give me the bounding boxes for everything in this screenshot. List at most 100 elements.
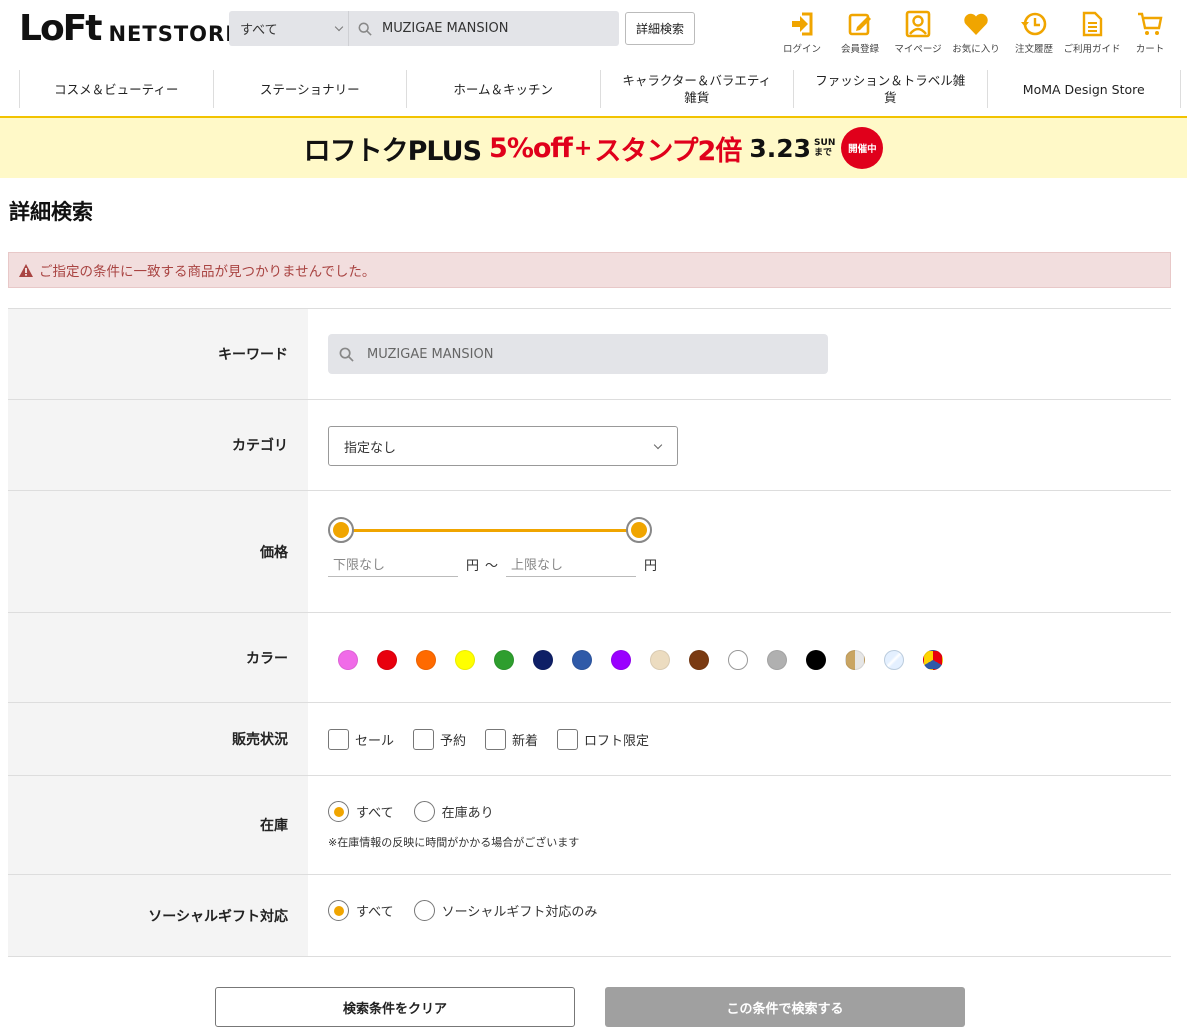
banner-discount: 5%off xyxy=(489,132,573,164)
search-icon xyxy=(358,22,372,36)
keyword-input[interactable]: MUZIGAE MANSION xyxy=(328,334,828,374)
mypage-link[interactable]: マイページ xyxy=(889,10,947,55)
status-label: 販売状況 xyxy=(8,703,308,775)
checkbox-reserve-label: 予約 xyxy=(440,734,467,749)
category-fashion-travel[interactable]: ファッション＆トラベル雑貨 xyxy=(793,70,987,108)
color-swatch-purple[interactable] xyxy=(611,650,631,670)
status-checkbox-group: セール 予約 新着 ロフト限定 xyxy=(328,729,668,750)
color-swatch-black[interactable] xyxy=(806,650,826,670)
advanced-search-button[interactable]: 詳細検索 xyxy=(625,12,695,45)
checkbox-loft-limited[interactable] xyxy=(557,729,579,750)
register-link[interactable]: 会員登録 xyxy=(831,10,889,55)
category-character-variety[interactable]: キャラクター＆バラエティ雑貨 xyxy=(599,70,794,108)
price-max-input[interactable]: 上限なし xyxy=(506,551,636,577)
category-field: 指定なし xyxy=(308,400,1171,490)
guide-label: ご利用ガイド xyxy=(1063,44,1121,55)
status-field: セール 予約 新着 ロフト限定 xyxy=(308,703,1171,775)
site-header: LoFt NETSTORE すべて MUZIGAE MANSION 詳細検索 ロ… xyxy=(0,0,1187,66)
color-swatch-gold-silver[interactable] xyxy=(845,650,865,670)
color-swatch-list xyxy=(338,650,962,670)
checkbox-sale[interactable] xyxy=(328,729,349,750)
checkbox-new[interactable] xyxy=(485,729,507,750)
social-gift-label: ソーシャルギフト対応 xyxy=(8,875,308,956)
radio-stock-in-stock-label: 在庫あり xyxy=(441,806,494,821)
price-separator: ～ xyxy=(485,559,499,574)
header-icon-menu: ログイン 会員登録 マイページ お気に入り 注文履歴 ご利用ガイド カート xyxy=(773,10,1179,55)
favorites-label: お気に入り xyxy=(952,44,1000,55)
social-gift-field: すべて ソーシャルギフト対応のみ xyxy=(308,875,1171,956)
color-swatch-blue[interactable] xyxy=(572,650,592,670)
keyword-value: MUZIGAE MANSION xyxy=(367,346,494,362)
banner-date: 3.23 xyxy=(749,133,812,163)
chevron-down-icon xyxy=(334,22,344,32)
category-moma[interactable]: MoMA Design Store xyxy=(986,70,1181,108)
favorites-link[interactable]: お気に入り xyxy=(947,10,1005,55)
clear-conditions-button[interactable]: 検索条件をクリア xyxy=(215,987,575,1027)
header-search-bar: すべて MUZIGAE MANSION xyxy=(229,11,619,46)
price-max-unit: 円 xyxy=(644,559,658,574)
warning-icon xyxy=(19,263,33,277)
radio-gift-all[interactable] xyxy=(328,900,349,921)
banner-badge: 開催中 xyxy=(841,127,884,169)
price-slider-min-handle[interactable] xyxy=(328,517,354,543)
checkbox-reserve[interactable] xyxy=(413,729,435,750)
login-label: ログイン xyxy=(782,44,821,55)
color-swatch-pink[interactable] xyxy=(338,650,358,670)
campaign-banner-text: ロフトクPLUS 5%off + スタンプ2倍 3.23 SUN まで 開催中 xyxy=(304,127,884,169)
checkbox-new-label: 新着 xyxy=(512,734,539,749)
banner-weekday-label: SUN xyxy=(814,138,836,148)
color-label: カラー xyxy=(8,613,308,702)
register-icon xyxy=(848,13,871,36)
order-history-link[interactable]: 注文履歴 xyxy=(1005,10,1063,55)
cart-icon xyxy=(1138,12,1163,35)
color-swatch-beige[interactable] xyxy=(650,650,670,670)
guide-link[interactable]: ご利用ガイド xyxy=(1063,10,1121,55)
keyword-row: キーワード MUZIGAE MANSION xyxy=(8,308,1171,399)
status-row: 販売状況 セール 予約 新着 ロフト限定 xyxy=(8,702,1171,775)
color-swatch-brown[interactable] xyxy=(689,650,709,670)
stock-note: ※在庫情報の反映に時間がかかる場合がございます xyxy=(328,836,580,849)
campaign-banner[interactable]: ロフトクPLUS 5%off + スタンプ2倍 3.23 SUN まで 開催中 xyxy=(0,116,1187,178)
category-select[interactable]: 指定なし xyxy=(328,426,678,466)
radio-stock-all-label: すべて xyxy=(356,806,394,821)
price-slider-max-handle[interactable] xyxy=(626,517,652,543)
color-swatch-multi[interactable] xyxy=(923,650,943,670)
social-gift-row: ソーシャルギフト対応 すべて ソーシャルギフト対応のみ xyxy=(8,874,1171,957)
category-home-kitchen[interactable]: ホーム＆キッチン xyxy=(406,70,600,108)
search-input[interactable]: MUZIGAE MANSION xyxy=(382,21,508,36)
color-swatch-orange[interactable] xyxy=(416,650,436,670)
keyword-field: MUZIGAE MANSION xyxy=(308,309,1171,399)
price-min-unit: 円 xyxy=(466,559,480,574)
banner-title: ロフトクPLUS xyxy=(303,135,482,167)
category-label: カテゴリ xyxy=(8,400,308,490)
price-slider-track[interactable] xyxy=(342,529,640,532)
color-swatch-navy[interactable] xyxy=(533,650,553,670)
color-row: カラー xyxy=(8,612,1171,702)
search-icon xyxy=(339,347,354,362)
history-icon xyxy=(1021,12,1047,36)
search-submit-button[interactable]: この条件で検索する xyxy=(605,987,965,1027)
color-swatch-clear[interactable] xyxy=(884,650,904,670)
search-category-select[interactable]: すべて xyxy=(229,11,349,46)
color-swatch-gray[interactable] xyxy=(767,650,787,670)
cart-link[interactable]: カート xyxy=(1121,10,1179,55)
category-row: カテゴリ 指定なし xyxy=(8,399,1171,490)
login-link[interactable]: ログイン xyxy=(773,10,831,55)
color-swatch-yellow[interactable] xyxy=(455,650,475,670)
advanced-search-form: キーワード MUZIGAE MANSION カテゴリ 指定なし 価格 下限なし … xyxy=(8,308,1171,957)
category-cosme[interactable]: コスメ＆ビューティー xyxy=(19,70,213,108)
loft-netstore-logo[interactable]: LoFt NETSTORE xyxy=(19,11,241,47)
price-field: 下限なし 円 ～ 上限なし 円 xyxy=(308,491,1171,612)
order-history-label: 注文履歴 xyxy=(1014,44,1053,55)
social-gift-radio-group: すべて ソーシャルギフト対応のみ xyxy=(328,900,617,921)
banner-stamp: スタンプ2倍 xyxy=(594,135,742,167)
radio-gift-only[interactable] xyxy=(413,900,435,921)
radio-stock-in-stock[interactable] xyxy=(413,801,435,822)
banner-plus: + xyxy=(573,135,593,161)
color-swatch-red[interactable] xyxy=(377,650,397,670)
radio-stock-all[interactable] xyxy=(328,801,349,822)
color-swatch-white[interactable] xyxy=(728,650,748,670)
category-stationery[interactable]: ステーショナリー xyxy=(212,70,407,108)
color-swatch-green[interactable] xyxy=(494,650,514,670)
price-min-input[interactable]: 下限なし xyxy=(328,551,458,577)
